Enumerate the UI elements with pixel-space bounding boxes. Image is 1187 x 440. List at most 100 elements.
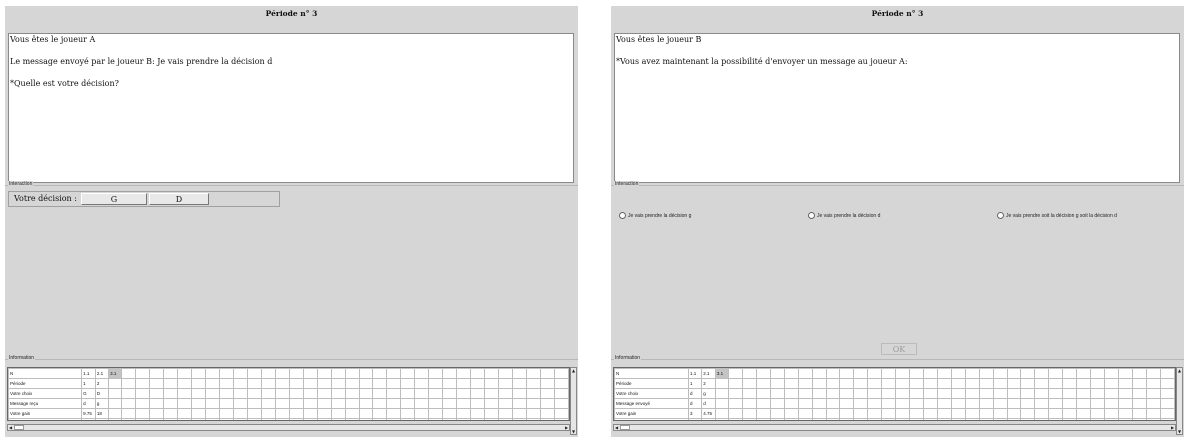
empty-cell (1145, 368, 1161, 379)
scroll-right-icon[interactable]: ▶ (1170, 425, 1175, 430)
scroll-thumb[interactable] (14, 425, 24, 430)
empty-cell (1117, 418, 1133, 420)
empty-cell (1048, 418, 1064, 420)
empty-cell (1131, 418, 1147, 420)
empty-cell (742, 378, 757, 389)
empty-cell (1048, 388, 1064, 399)
decision-d-button[interactable]: D (149, 193, 209, 205)
option-label: Je vais prendre soit la décision g soit … (1006, 212, 1117, 219)
vertical-scrollbar[interactable]: ▲ ▼ (1176, 367, 1183, 435)
empty-cell (149, 368, 165, 379)
scroll-left-icon[interactable]: ◀ (8, 425, 13, 430)
empty-cell (950, 388, 966, 399)
scroll-right-icon[interactable]: ▶ (564, 425, 569, 430)
option-decision-g-or-d-radio[interactable]: Je vais prendre soit la décision g soit … (997, 212, 1117, 219)
empty-cell (456, 388, 472, 399)
period-title: Période n° 3 (265, 9, 318, 18)
table-row: Période 1 2 (614, 378, 1175, 389)
scroll-left-icon[interactable]: ◀ (614, 425, 619, 430)
empty-cell (400, 378, 416, 389)
empty-cell (163, 408, 179, 419)
option-decision-d-radio[interactable]: Je vais prendre la décision d (808, 212, 880, 219)
vertical-scrollbar[interactable]: ▲ ▼ (570, 367, 577, 435)
empty-cell (797, 418, 813, 420)
empty-cell (797, 378, 813, 389)
table-cell: 9.75 (81, 408, 96, 419)
scroll-thumb[interactable] (620, 425, 630, 430)
empty-cell (769, 408, 785, 419)
empty-cell (1104, 388, 1119, 399)
empty-cell (769, 378, 785, 389)
empty-cell (783, 418, 799, 420)
empty-cell (742, 368, 757, 379)
empty-cell (400, 398, 416, 409)
empty-cell (372, 378, 388, 389)
message-line: Le message envoyé par le joueur B: Je va… (10, 57, 273, 66)
empty-cell (553, 368, 569, 379)
empty-cell (714, 418, 730, 420)
empty-cell (428, 418, 444, 420)
option-decision-g-radio[interactable]: Je vais prendre la décision g (619, 212, 691, 219)
scroll-down-icon[interactable]: ▼ (1177, 429, 1182, 434)
empty-cell (386, 398, 402, 409)
empty-cell (811, 378, 827, 389)
empty-cell (525, 398, 541, 409)
empty-cell (121, 388, 137, 399)
empty-cell (1006, 368, 1022, 379)
ok-button[interactable]: OK (881, 343, 917, 355)
empty-cell (484, 368, 500, 379)
radio-icon[interactable] (997, 212, 1004, 219)
column-header-3.1: 3.1 (108, 368, 123, 379)
empty-cell (839, 418, 855, 420)
empty-cell (1034, 408, 1050, 419)
empty-cell (358, 378, 374, 389)
empty-cell (1020, 398, 1036, 409)
empty-cell (288, 408, 304, 419)
empty-cell (344, 388, 360, 399)
decision-g-button[interactable]: G (81, 193, 147, 205)
empty-cell (372, 408, 388, 419)
interaction-label: Interaction (614, 181, 640, 187)
empty-cell (330, 378, 346, 389)
empty-cell (525, 408, 541, 419)
empty-cell (246, 378, 262, 389)
empty-cell (936, 388, 952, 399)
empty-cell (714, 408, 730, 419)
empty-cell (1131, 378, 1147, 389)
scroll-down-icon[interactable]: ▼ (571, 429, 576, 434)
empty-cell (498, 368, 513, 379)
empty-cell (442, 418, 458, 420)
empty-cell (783, 368, 799, 379)
information-group: Information N 1.1 2.1 3.1 Période 1 2 Votre cho… (5, 355, 578, 440)
empty-cell (8, 418, 83, 420)
row-label: Message envoyé (614, 398, 689, 409)
empty-cell (978, 418, 994, 420)
empty-cell (191, 378, 207, 389)
empty-cell (108, 388, 123, 399)
scroll-up-icon[interactable]: ▲ (1177, 368, 1182, 373)
radio-icon[interactable] (808, 212, 815, 219)
empty-cell (414, 368, 430, 379)
empty-cell (1117, 388, 1133, 399)
empty-cell (274, 388, 290, 399)
interaction-group: Interaction Je vais prendre la décision … (611, 181, 1184, 358)
scroll-up-icon[interactable]: ▲ (571, 368, 576, 373)
empty-cell (936, 378, 952, 389)
empty-cell (177, 418, 193, 420)
empty-cell (428, 408, 444, 419)
horizontal-scrollbar[interactable]: ◀ ▶ (7, 424, 570, 431)
empty-cell (1062, 388, 1078, 399)
empty-cell (442, 408, 458, 419)
empty-cell (1062, 408, 1078, 419)
message-area: Vous êtes le joueur B *Vous avez mainten… (614, 33, 1180, 183)
empty-cell (135, 398, 151, 409)
empty-cell (839, 368, 855, 379)
empty-cell (950, 418, 966, 420)
radio-icon[interactable] (619, 212, 626, 219)
empty-cell (218, 378, 234, 389)
empty-cell (470, 368, 486, 379)
horizontal-scrollbar[interactable]: ◀ ▶ (613, 424, 1176, 431)
empty-cell (950, 398, 966, 409)
empty-cell (539, 368, 555, 379)
empty-cell (1006, 398, 1022, 409)
